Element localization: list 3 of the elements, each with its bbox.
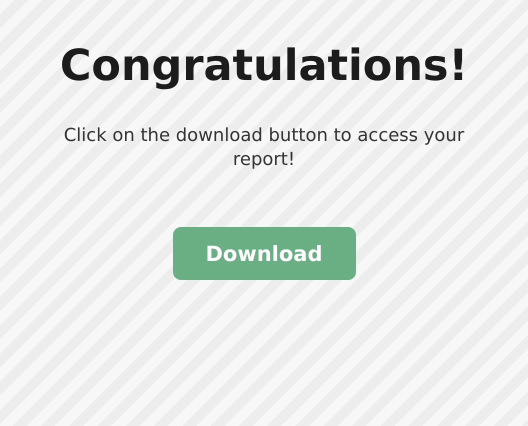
download-button[interactable]: Download xyxy=(172,227,356,280)
message-text: Click on the download button to access your report! xyxy=(62,124,466,172)
page-title: Congratulations! xyxy=(60,40,468,92)
